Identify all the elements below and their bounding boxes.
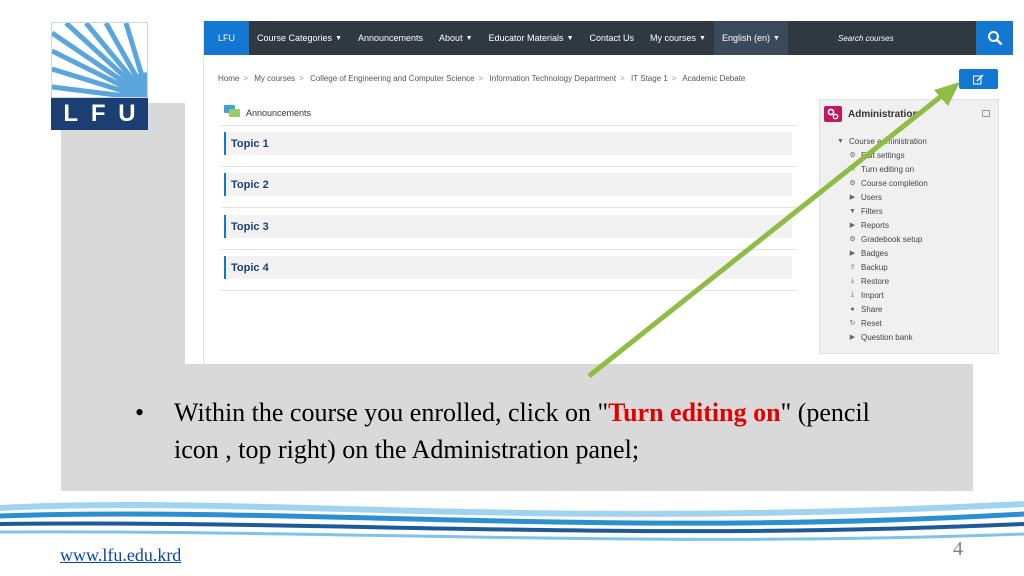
- admin-question-bank[interactable]: ▶ Question bank: [834, 330, 928, 344]
- administration-header: Administration: [824, 106, 919, 122]
- divider: [221, 249, 797, 250]
- bullet-point: •: [135, 398, 145, 427]
- search-input[interactable]: Search courses: [838, 21, 976, 55]
- caret-down-icon: ▼: [837, 137, 844, 145]
- administration-block: Administration ▼ Course administration ⚙ E…: [819, 99, 999, 354]
- page-number: 4: [953, 538, 963, 560]
- sunburst-icon: [51, 22, 148, 98]
- breadcrumb: Home > My courses > College of Engineering…: [218, 74, 746, 83]
- logo-letter: U: [118, 100, 136, 127]
- admin-course-administration[interactable]: ▼ Course administration: [834, 134, 928, 148]
- caret-down-icon: ▼: [566, 34, 574, 42]
- admin-edit-settings[interactable]: ⚙ Edit settings: [834, 148, 928, 162]
- topic-section-2[interactable]: Topic 2: [224, 173, 792, 196]
- caret-down-icon: ▼: [773, 34, 780, 42]
- admin-tree: ▼ Course administration ⚙ Edit settings ✎ T…: [834, 134, 928, 344]
- nav-announcements[interactable]: Announcements: [350, 21, 431, 55]
- logo-letter: L: [63, 100, 79, 127]
- share-icon: ●: [850, 305, 855, 313]
- admin-users[interactable]: ▶ Users: [834, 190, 928, 204]
- nav-course-categories[interactable]: Course Categories ▼: [249, 21, 350, 55]
- decorative-waves: [0, 501, 1024, 541]
- announcements-forum-link[interactable]: Announcements: [224, 101, 794, 125]
- gears-icon: [824, 106, 842, 122]
- admin-restore[interactable]: ⤓ Restore: [834, 274, 928, 288]
- divider: [221, 207, 797, 208]
- topic-section-3[interactable]: Topic 3: [224, 215, 792, 238]
- admin-gradebook-setup[interactable]: ⚙ Gradebook setup: [834, 232, 928, 246]
- website-link[interactable]: www.lfu.edu.krd: [60, 545, 181, 566]
- logo-letter: F: [90, 100, 106, 127]
- nav-my-courses[interactable]: My courses ▼: [642, 21, 714, 55]
- caret-down-icon: ▼: [465, 34, 473, 42]
- admin-reports[interactable]: ▶ Reports: [834, 218, 928, 232]
- admin-reset[interactable]: ↻ Reset: [834, 316, 928, 330]
- caret-right-icon: ▶: [849, 334, 856, 341]
- gear-icon: ⚙: [849, 180, 856, 187]
- admin-filters[interactable]: ▼ Filters: [834, 204, 928, 218]
- reset-icon: ↻: [849, 320, 856, 327]
- caret-down-icon: ▼: [699, 34, 706, 42]
- nav-home-lfu[interactable]: LFU: [204, 21, 250, 55]
- topic-section-1[interactable]: Topic 1: [224, 132, 792, 155]
- collapse-icon[interactable]: [982, 110, 990, 117]
- admin-share[interactable]: ● Share: [834, 302, 928, 316]
- breadcrumb-item[interactable]: Information Technology Department: [490, 74, 617, 83]
- lfu-logo: L F U: [51, 22, 148, 130]
- gear-icon: ⚙: [849, 152, 856, 159]
- caret-right-icon: ▶: [849, 222, 856, 229]
- instruction-line-2: icon , top right) on the Administration …: [174, 435, 640, 464]
- nav-contact-us[interactable]: Contact Us: [582, 21, 643, 55]
- divider: [221, 125, 797, 126]
- top-navbar: LFU Course Categories ▼ Announcements Abo…: [204, 21, 1013, 55]
- forum-icon: [224, 105, 240, 121]
- divider: [221, 290, 797, 291]
- breadcrumb-item[interactable]: IT Stage 1: [631, 74, 668, 83]
- moodle-screenshot: LFU Course Categories ▼ Announcements Abo…: [185, 21, 1013, 364]
- caret-down-icon: ▼: [335, 34, 342, 42]
- download-icon: ⤓: [850, 291, 855, 298]
- highlight-turn-editing-on: Turn editing on: [608, 398, 781, 427]
- breadcrumb-item[interactable]: My courses: [254, 74, 295, 83]
- filter-icon: ▼: [849, 207, 856, 215]
- breadcrumb-item[interactable]: Academic Debate: [682, 74, 745, 83]
- nav-language[interactable]: English (en) ▼: [713, 21, 788, 55]
- logo-letters: L F U: [51, 98, 148, 130]
- pencil-icon: [973, 73, 984, 84]
- edit-pencil-button[interactable]: [959, 69, 998, 89]
- admin-backup[interactable]: ⇪ Backup: [834, 260, 928, 274]
- upload-icon: ⇪: [849, 264, 856, 271]
- admin-import[interactable]: ⤓ Import: [834, 288, 928, 302]
- nav-about[interactable]: About ▼: [431, 21, 480, 55]
- download-icon: ⤓: [850, 277, 855, 284]
- admin-course-completion[interactable]: ⚙ Course completion: [834, 176, 927, 190]
- nav-educator-materials[interactable]: Educator Materials ▼: [481, 21, 582, 55]
- breadcrumb-item[interactable]: Home: [218, 74, 239, 83]
- breadcrumb-item[interactable]: College of Engineering and Computer Scie…: [310, 74, 475, 83]
- admin-badges[interactable]: ▶ Badges: [834, 246, 928, 260]
- admin-turn-editing-on[interactable]: ✎ Turn editing on: [834, 162, 928, 176]
- topic-section-4[interactable]: Topic 4: [224, 256, 792, 279]
- instruction-line-1: Within the course you enrolled, click on…: [174, 398, 870, 427]
- caret-right-icon: ▶: [849, 250, 856, 257]
- announcements-label: Announcements: [246, 108, 312, 118]
- pencil-icon: ✎: [849, 166, 856, 173]
- caret-right-icon: ▶: [849, 194, 856, 201]
- search-icon: [987, 31, 1002, 46]
- gear-icon: ⚙: [849, 236, 856, 243]
- divider: [221, 166, 797, 167]
- search-button[interactable]: [976, 21, 1013, 55]
